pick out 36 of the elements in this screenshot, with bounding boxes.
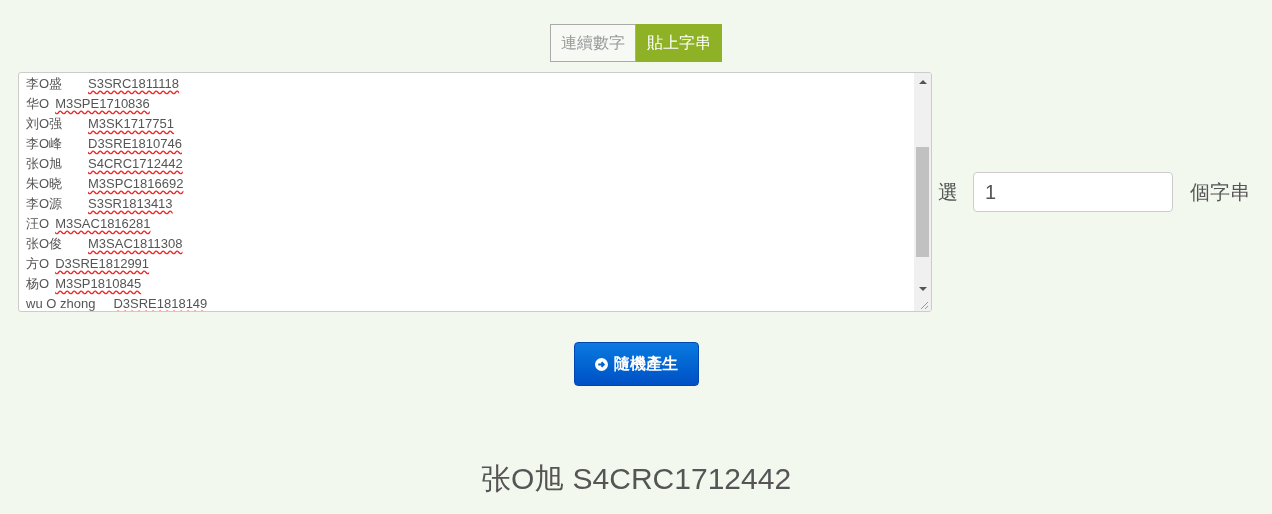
code-text: S3SR1813413 — [88, 195, 173, 214]
scroll-thumb[interactable] — [916, 147, 929, 257]
name-text: 李O源 — [26, 195, 64, 214]
code-text: M3SAC1811308 — [88, 235, 183, 254]
code-text: S4CRC1712442 — [88, 155, 183, 174]
scroll-up-icon[interactable] — [918, 79, 927, 85]
code-text: M3SP1810845 — [55, 275, 142, 294]
name-text: wu O zhong — [26, 295, 97, 311]
name-text: 李O峰 — [26, 135, 64, 154]
code-text: M3SAC1816281 — [55, 215, 151, 234]
code-text: D3SRE1810746 — [88, 135, 182, 154]
name-text: 张O俊 — [26, 235, 64, 254]
code-text: M3SPC1816692 — [88, 175, 184, 194]
name-text: 汪O — [26, 215, 50, 234]
name-text: 杨O — [26, 275, 50, 294]
name-text: 李O盛 — [26, 75, 64, 94]
name-text: 华O — [26, 95, 50, 114]
name-text: 张O旭 — [26, 155, 64, 174]
pick-suffix: 個字串 — [1190, 180, 1250, 205]
code-text: M3SK1717751 — [88, 115, 174, 134]
mode-tab[interactable]: 連續數字 — [550, 24, 636, 62]
code-text: M3SPE1710836 — [55, 95, 150, 114]
name-text: 刘O强 — [26, 115, 64, 134]
pick-prefix: 選 — [938, 180, 958, 205]
arrow-circle-icon — [594, 357, 608, 371]
name-text: 方O — [26, 255, 50, 274]
code-text: S3SRC1811118 — [88, 75, 180, 94]
scroll-down-icon[interactable] — [918, 286, 927, 292]
text-area[interactable] — [18, 72, 932, 312]
code-text: D3SRE1818149 — [113, 295, 208, 311]
name-text: 朱O晓 — [26, 175, 64, 194]
count-input[interactable]: 1 — [973, 172, 1173, 212]
code-text: D3SRE1812991 — [55, 255, 150, 274]
scrollbar[interactable] — [914, 73, 931, 311]
generate-button[interactable]: 隨機產生 — [573, 342, 699, 386]
result-text: 张O旭 S4CRC1712442 — [480, 461, 792, 497]
